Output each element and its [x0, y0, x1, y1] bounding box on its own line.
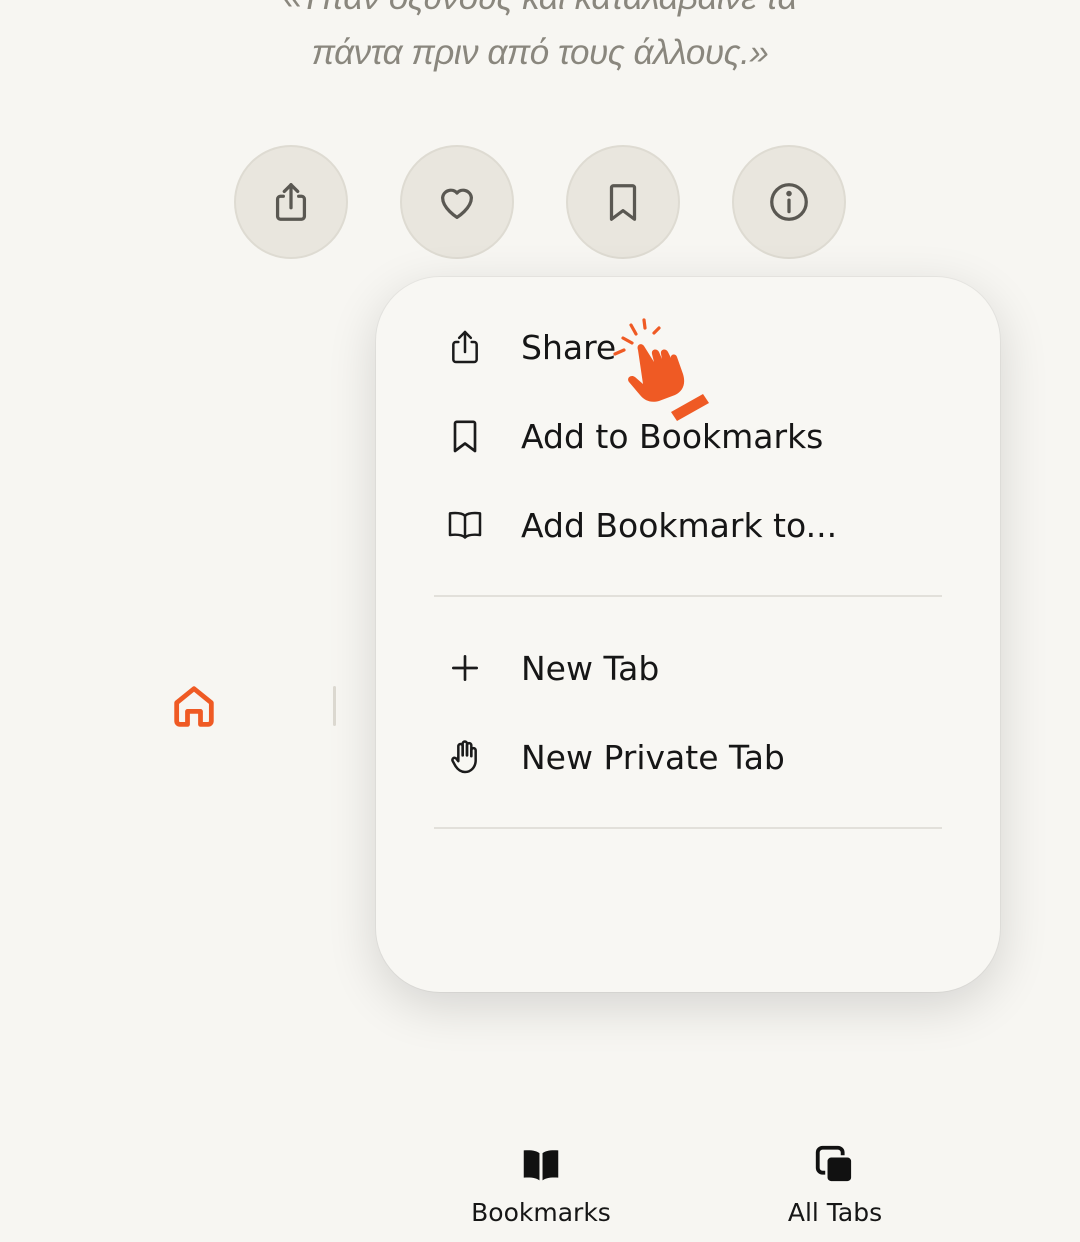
open-book-icon	[443, 503, 487, 547]
heart-icon	[440, 188, 474, 219]
all-tabs-button[interactable]: All Tabs	[730, 1142, 940, 1242]
menu-item-label: New Tab	[521, 648, 660, 688]
menu-item-new-tab[interactable]: New Tab	[431, 638, 951, 698]
plus-icon	[443, 646, 487, 690]
info-icon	[770, 183, 808, 221]
menu-item-add-bookmark-to[interactable]: Add Bookmark to...	[431, 495, 951, 555]
hand-icon	[443, 735, 487, 779]
share-icon	[443, 325, 487, 369]
menu-separator	[434, 827, 942, 829]
bookmarks-book-icon	[523, 1150, 559, 1181]
bookmark-icon	[443, 414, 487, 458]
menu-item-label: Add Bookmark to...	[521, 505, 838, 545]
quote-line-2: πάντα πριν από τους άλλους.»	[311, 33, 769, 72]
menu-separator	[434, 595, 942, 597]
bookmark-button[interactable]	[566, 145, 680, 259]
menu-item-new-private-tab[interactable]: New Private Tab	[431, 727, 951, 787]
home-icon[interactable]	[168, 680, 220, 732]
info-button[interactable]	[732, 145, 846, 259]
quote-line-1: «Ήταν οξύνους και κατάλαβαινε τα	[0, 0, 1080, 18]
bookmarks-label: Bookmarks	[471, 1198, 611, 1227]
tap-cursor-icon	[613, 318, 709, 421]
like-button[interactable]	[400, 145, 514, 259]
share-button[interactable]	[234, 145, 348, 259]
bookmark-icon	[609, 184, 637, 221]
menu-item-label: Share	[521, 327, 617, 367]
toolbar-divider	[333, 686, 336, 726]
menu-item-label: Add to Bookmarks	[521, 416, 824, 456]
tabs-icon	[815, 1145, 854, 1184]
menu-item-label: New Private Tab	[521, 737, 785, 777]
bookmarks-button[interactable]: Bookmarks	[436, 1142, 646, 1242]
share-icon	[275, 183, 307, 221]
all-tabs-label: All Tabs	[787, 1198, 883, 1227]
